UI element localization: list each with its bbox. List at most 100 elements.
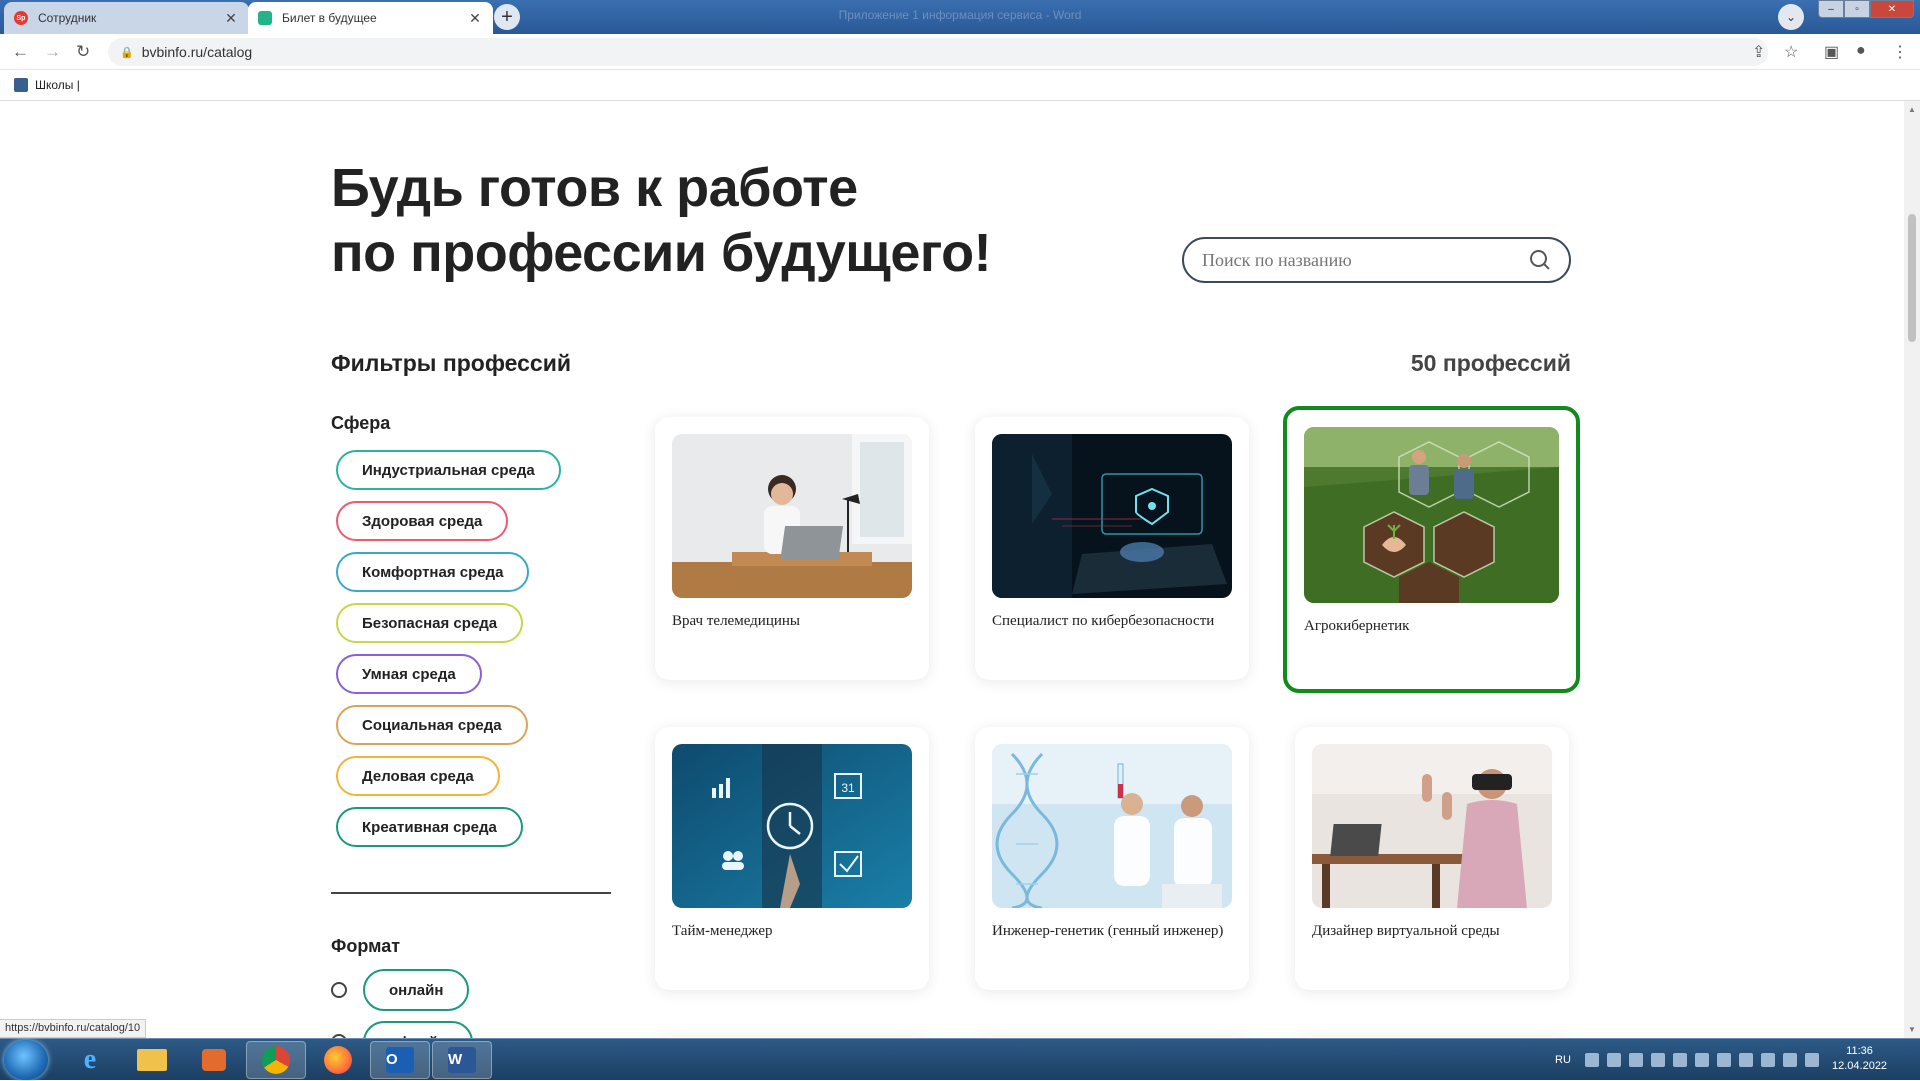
tray-antivirus-icon[interactable]: [1650, 1053, 1665, 1067]
scrollbar-thumb[interactable]: [1908, 214, 1916, 342]
sphere-chip-smart[interactable]: Умная среда: [336, 654, 482, 694]
forward-arrow-icon[interactable]: →: [44, 42, 61, 62]
page-content: Будь готов к работе по профессии будущег…: [0, 101, 1904, 1038]
system-tray: RU: [1555, 1039, 1819, 1081]
sphere-filter-list: Индустриальная среда Здоровая среда Комф…: [336, 450, 636, 858]
page-scrollbar[interactable]: ▲ ▼: [1904, 101, 1920, 1038]
firefox-icon[interactable]: [308, 1041, 368, 1079]
tray-skype-icon[interactable]: [1738, 1053, 1753, 1067]
lock-icon[interactable]: 🔒: [120, 46, 134, 59]
favicon-red-circle-icon: Sp: [14, 11, 28, 25]
profile-avatar-icon[interactable]: ●: [1856, 42, 1866, 60]
tray-tool-icon[interactable]: [1672, 1053, 1687, 1067]
professions-count: 50 профессий: [1410, 350, 1571, 376]
format-label: Формат: [331, 936, 401, 956]
title-line-1: Будь готов к работе: [331, 158, 858, 218]
format-chip-online[interactable]: онлайн: [363, 969, 470, 1011]
language-indicator[interactable]: RU: [1555, 1054, 1571, 1066]
tray-power-icon[interactable]: [1782, 1053, 1797, 1067]
scroll-up-arrow-icon[interactable]: ▲: [1908, 105, 1916, 114]
start-button[interactable]: [4, 1040, 48, 1080]
format-option-offline[interactable]: офлайн: [331, 1021, 474, 1038]
profession-card[interactable]: Инженер-генетик (генный инженер): [975, 727, 1249, 990]
extension-icon[interactable]: ▣: [1824, 42, 1839, 62]
svg-text:31: 31: [841, 781, 855, 795]
profession-card[interactable]: 31 Тайм-менеджер: [655, 727, 929, 990]
menu-kebab-icon[interactable]: ⋮: [1892, 42, 1908, 62]
close-window-button[interactable]: ✕: [1870, 0, 1914, 18]
bookmark-shkoly[interactable]: Школы |: [35, 78, 80, 92]
url-field[interactable]: 🔒 bvbinfo.ru/catalog: [108, 38, 1768, 66]
sphere-chip-healthy[interactable]: Здоровая среда: [336, 501, 509, 541]
card-title: Врач телемедицины: [672, 613, 800, 629]
card-image-doctor: [672, 434, 912, 598]
tab-bilet-v-budushchee[interactable]: Билет в будущее ✕: [248, 2, 493, 34]
radio-button[interactable]: [331, 982, 347, 998]
internet-explorer-icon[interactable]: e: [60, 1041, 120, 1079]
tab-search-chevron-icon[interactable]: ⌄: [1778, 4, 1804, 30]
browser-chrome: Sp Сотрудник ✕ Билет в будущее ✕ + Прило…: [0, 0, 1920, 101]
tray-network-icon[interactable]: [1584, 1053, 1599, 1067]
tray-firefox-icon[interactable]: [1628, 1053, 1643, 1067]
media-player-icon[interactable]: [184, 1041, 244, 1079]
filters-title: Фильтры профессий: [331, 350, 572, 376]
profession-card-selected[interactable]: Агрокибернетик: [1283, 406, 1580, 693]
tray-display-icon[interactable]: [1716, 1053, 1731, 1067]
card-title: Инженер-генетик (генный инженер): [992, 923, 1224, 939]
clock-date: 12.04.2022: [1832, 1060, 1888, 1072]
file-explorer-icon[interactable]: [122, 1041, 182, 1079]
tray-action-center-icon[interactable]: [1760, 1053, 1775, 1067]
sphere-chip-industrial[interactable]: Индустриальная среда: [336, 450, 561, 490]
scroll-down-arrow-icon[interactable]: ▼: [1908, 1025, 1916, 1034]
chrome-taskbar-icon[interactable]: [246, 1041, 306, 1079]
card-image-vr-designer: [1312, 744, 1552, 908]
link-status-bar: https://bvbinfo.ru/catalog/10: [0, 1019, 147, 1038]
profession-card[interactable]: Дизайнер виртуальной среды: [1295, 727, 1569, 990]
clock[interactable]: 11:36 12.04.2022: [1832, 1044, 1887, 1074]
favicon-green-icon: [258, 11, 272, 25]
maximize-button[interactable]: ▫: [1844, 0, 1870, 18]
tray-outlook-icon[interactable]: [1694, 1053, 1709, 1067]
profession-card[interactable]: Специалист по кибербезопасности: [975, 417, 1249, 680]
sphere-chip-creative[interactable]: Креативная среда: [336, 807, 523, 847]
address-bar-row: ← → ↻ 🔒 bvbinfo.ru/catalog ⇪ ☆ ▣ ● ⋮: [0, 34, 1920, 70]
reload-icon[interactable]: ↻: [76, 42, 90, 62]
tab-label: Сотрудник: [38, 11, 97, 25]
card-image-genetic-engineer: [992, 744, 1232, 908]
windows-taskbar: e O W RU 11:36 12.04.2022: [0, 1038, 1920, 1080]
word-icon[interactable]: W: [432, 1041, 492, 1079]
outlook-icon[interactable]: O: [370, 1041, 430, 1079]
card-title: Агрокибернетик: [1304, 618, 1410, 634]
tab-sotrudnik[interactable]: Sp Сотрудник ✕: [4, 2, 249, 34]
sphere-chip-safe[interactable]: Безопасная среда: [336, 603, 524, 643]
page-title: Будь готов к работе по профессии будущег…: [331, 156, 992, 286]
clock-time: 11:36: [1846, 1045, 1873, 1057]
card-title: Дизайнер виртуальной среды: [1312, 923, 1500, 939]
search-input[interactable]: [1202, 249, 1529, 271]
close-tab-icon[interactable]: ✕: [223, 10, 239, 27]
sphere-chip-comfort[interactable]: Комфортная среда: [336, 552, 530, 592]
tray-flag-icon[interactable]: [1606, 1053, 1621, 1067]
tab-label: Билет в будущее: [282, 11, 377, 25]
back-arrow-icon[interactable]: ←: [12, 42, 29, 62]
minimize-button[interactable]: –: [1818, 0, 1844, 18]
window-title: Приложение 1 информация сервиса - Word: [838, 8, 1082, 22]
card-image-cybersecurity: [992, 434, 1232, 598]
sphere-label: Сфера: [331, 413, 391, 433]
card-title: Тайм-менеджер: [672, 923, 773, 939]
search-icon[interactable]: [1529, 249, 1551, 271]
card-image-agro: [1304, 427, 1559, 603]
tray-volume-icon[interactable]: [1804, 1053, 1819, 1067]
new-tab-button[interactable]: +: [494, 4, 520, 30]
format-chip-offline[interactable]: офлайн: [363, 1021, 474, 1038]
divider: [331, 892, 611, 894]
format-option-online[interactable]: онлайн: [331, 969, 470, 1011]
sphere-chip-business[interactable]: Деловая среда: [336, 756, 500, 796]
search-box[interactable]: [1182, 237, 1571, 283]
close-tab-icon[interactable]: ✕: [467, 10, 483, 27]
profession-card[interactable]: Врач телемедицины: [655, 417, 929, 680]
share-icon[interactable]: ⇪: [1752, 42, 1765, 62]
bookmark-star-icon[interactable]: ☆: [1784, 42, 1798, 62]
url-text: bvbinfo.ru/catalog: [141, 44, 253, 60]
sphere-chip-social[interactable]: Социальная среда: [336, 705, 528, 745]
